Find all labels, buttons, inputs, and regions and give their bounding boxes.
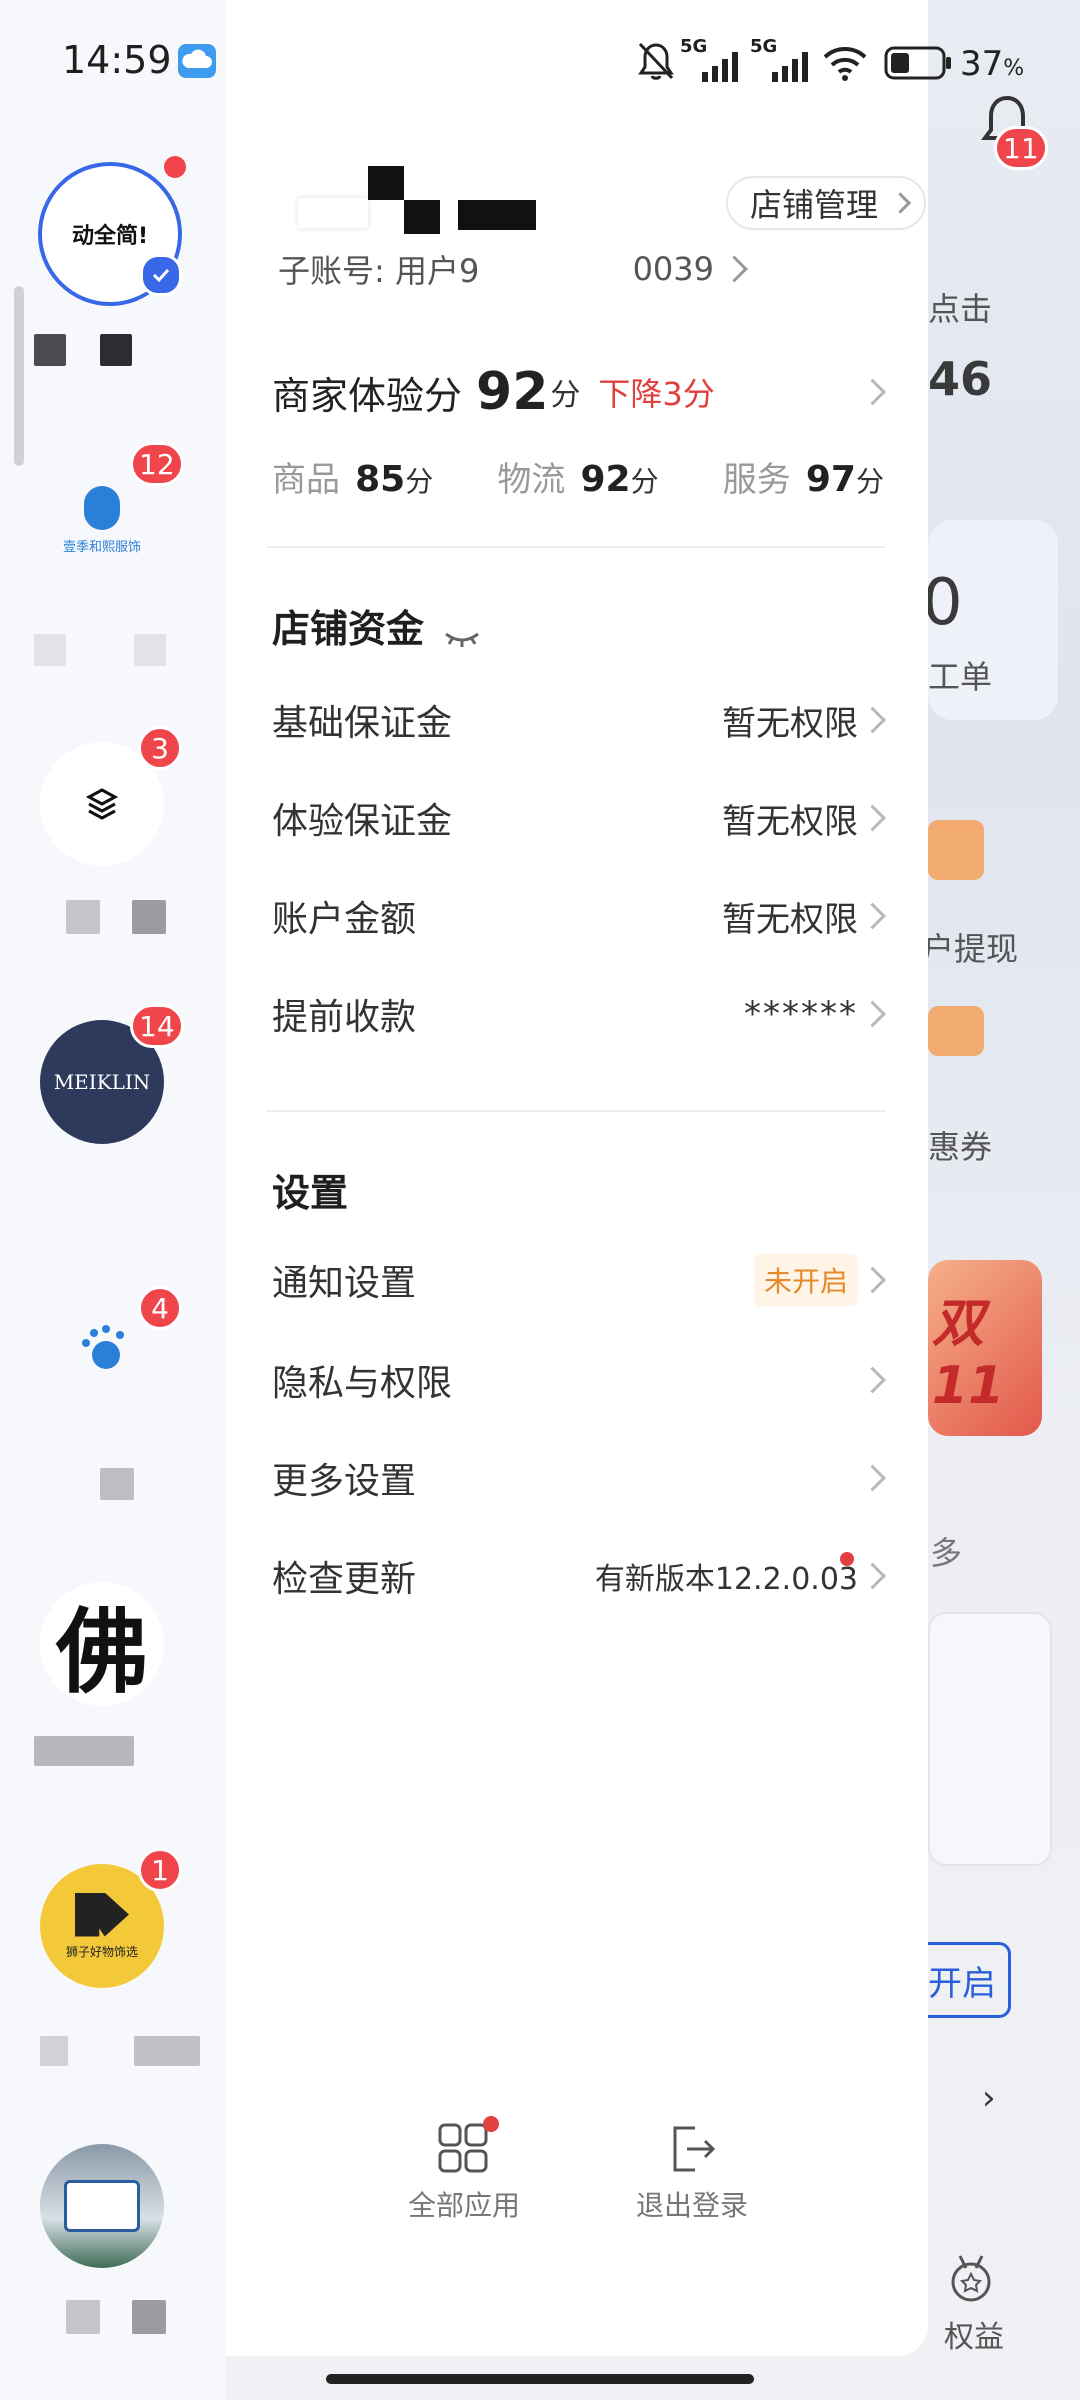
store-7-logo-icon — [74, 1892, 129, 1937]
settings-row-more[interactable]: 更多设置 — [272, 1448, 886, 1508]
bg-click-text: 点击 — [928, 290, 993, 328]
store-8-avatar[interactable] — [40, 2144, 164, 2268]
logout-icon — [665, 2122, 719, 2176]
store-rail: 14:59 动全简! 壹季和熙服饰 12 3 MEIKLIN 14 4 佛 狮子… — [0, 0, 226, 2400]
store-5-badge: 4 — [138, 1286, 182, 1330]
funds-row-early-collection[interactable]: 提前收款 ****** — [272, 984, 886, 1044]
rights-icon[interactable] — [946, 2250, 996, 2304]
settings-row-check-update[interactable]: 检查更新 有新版本12.2.0.03 — [272, 1546, 886, 1606]
eye-closed-icon[interactable] — [442, 615, 482, 647]
bg-zero: 0 — [922, 566, 963, 640]
sub-scores: 商品 85分 物流 92分 服务 97分 — [272, 446, 884, 506]
battery-level: 37 — [960, 44, 1004, 84]
sub-score-logistics: 物流 92分 — [497, 458, 659, 500]
sub-score-service: 服务 97分 — [722, 458, 884, 500]
store-8-product-icon — [64, 2180, 140, 2232]
chevron-right-icon — [859, 902, 886, 930]
store-5-logo-icon — [82, 1325, 124, 1369]
account-name-redacted: ■■■■ — [298, 166, 536, 234]
chevron-right-icon — [859, 1464, 886, 1492]
funds-row-basic-deposit[interactable]: 基础保证金 暂无权限 — [272, 690, 886, 750]
bg-rights: 权益 — [944, 2320, 1004, 2355]
home-indicator[interactable] — [326, 2374, 754, 2384]
settings-section-title: 设置 — [272, 1171, 349, 1215]
signal-icon-1 — [698, 50, 744, 82]
experience-score-row[interactable]: 商家体验分 92 分 下降3分 — [272, 362, 886, 422]
settings-row-notification[interactable]: 通知设置 未开启 — [272, 1250, 886, 1310]
grid-icon — [437, 2116, 499, 2176]
chevron-right-icon — [859, 378, 886, 406]
chevron-right-icon — [859, 1366, 886, 1394]
logout-button[interactable]: 退出登录 — [628, 2122, 756, 2222]
store-2-badge: 12 — [130, 442, 184, 486]
bg-ticket: 工单 — [928, 658, 993, 696]
chevron-right-icon — [889, 192, 912, 214]
status-time: 14:59 — [62, 38, 172, 82]
signal-icon-2 — [768, 50, 814, 82]
battery-icon — [884, 46, 952, 80]
apps-dot — [483, 2116, 499, 2132]
bg-coupon: 惠券 — [928, 1128, 993, 1166]
store-manage-button[interactable]: 店铺管理 — [726, 176, 926, 230]
store-6-avatar[interactable]: 佛 — [40, 1582, 164, 1706]
mute-bell-icon — [636, 40, 676, 82]
chevron-right-icon — [859, 706, 886, 734]
divider — [266, 546, 886, 548]
battery-unit: % — [1003, 56, 1025, 81]
notification-badge: 11 — [994, 126, 1048, 170]
cloud-icon — [178, 44, 216, 78]
double11-banner[interactable]: 双11 — [928, 1260, 1042, 1436]
store-3-badge: 3 — [138, 726, 182, 770]
chevron-right-icon — [859, 1562, 886, 1590]
funds-section-title: 店铺资金 — [272, 598, 482, 653]
store-4-badge: 14 — [130, 1004, 184, 1048]
store-7-badge: 1 — [138, 1848, 182, 1892]
score-trend: 下降3分 — [598, 375, 715, 413]
chevron-right-icon — [859, 1000, 886, 1028]
withdraw-icon — [928, 820, 984, 880]
chevron-right-icon — [859, 804, 886, 832]
bg-open-button[interactable]: 开启 — [928, 1942, 1011, 2018]
chevron-right-icon — [859, 1266, 886, 1294]
bg-more[interactable]: 多 — [930, 1528, 962, 1574]
sub-score-goods: 商品 85分 — [272, 458, 434, 500]
store-2-logo-icon — [83, 485, 120, 530]
bg-withdraw: 户提现 — [922, 930, 1019, 968]
all-apps-button[interactable]: 全部应用 — [400, 2116, 528, 2222]
wifi-icon — [822, 44, 868, 82]
notification-status-tag: 未开启 — [753, 1254, 858, 1306]
chevron-right-icon — [721, 255, 748, 283]
update-version-text: 有新版本12.2.0.03 — [594, 1562, 858, 1597]
update-dot — [840, 1552, 854, 1566]
sub-account-row[interactable]: 子账号: 用户9 0039 — [278, 244, 748, 294]
funds-row-experience-deposit[interactable]: 体验保证金 暂无权限 — [272, 788, 886, 848]
selected-check-icon — [140, 254, 182, 296]
store-1-dot — [164, 156, 186, 178]
settings-row-privacy[interactable]: 隐私与权限 — [272, 1350, 886, 1410]
divider — [266, 1110, 886, 1112]
bg-number: 46 — [928, 352, 993, 406]
store-3-logo-icon — [85, 788, 119, 820]
rail-scroll-indicator — [14, 286, 24, 466]
funds-row-account-balance[interactable]: 账户金额 暂无权限 — [272, 886, 886, 946]
coupon-icon — [928, 1006, 984, 1056]
